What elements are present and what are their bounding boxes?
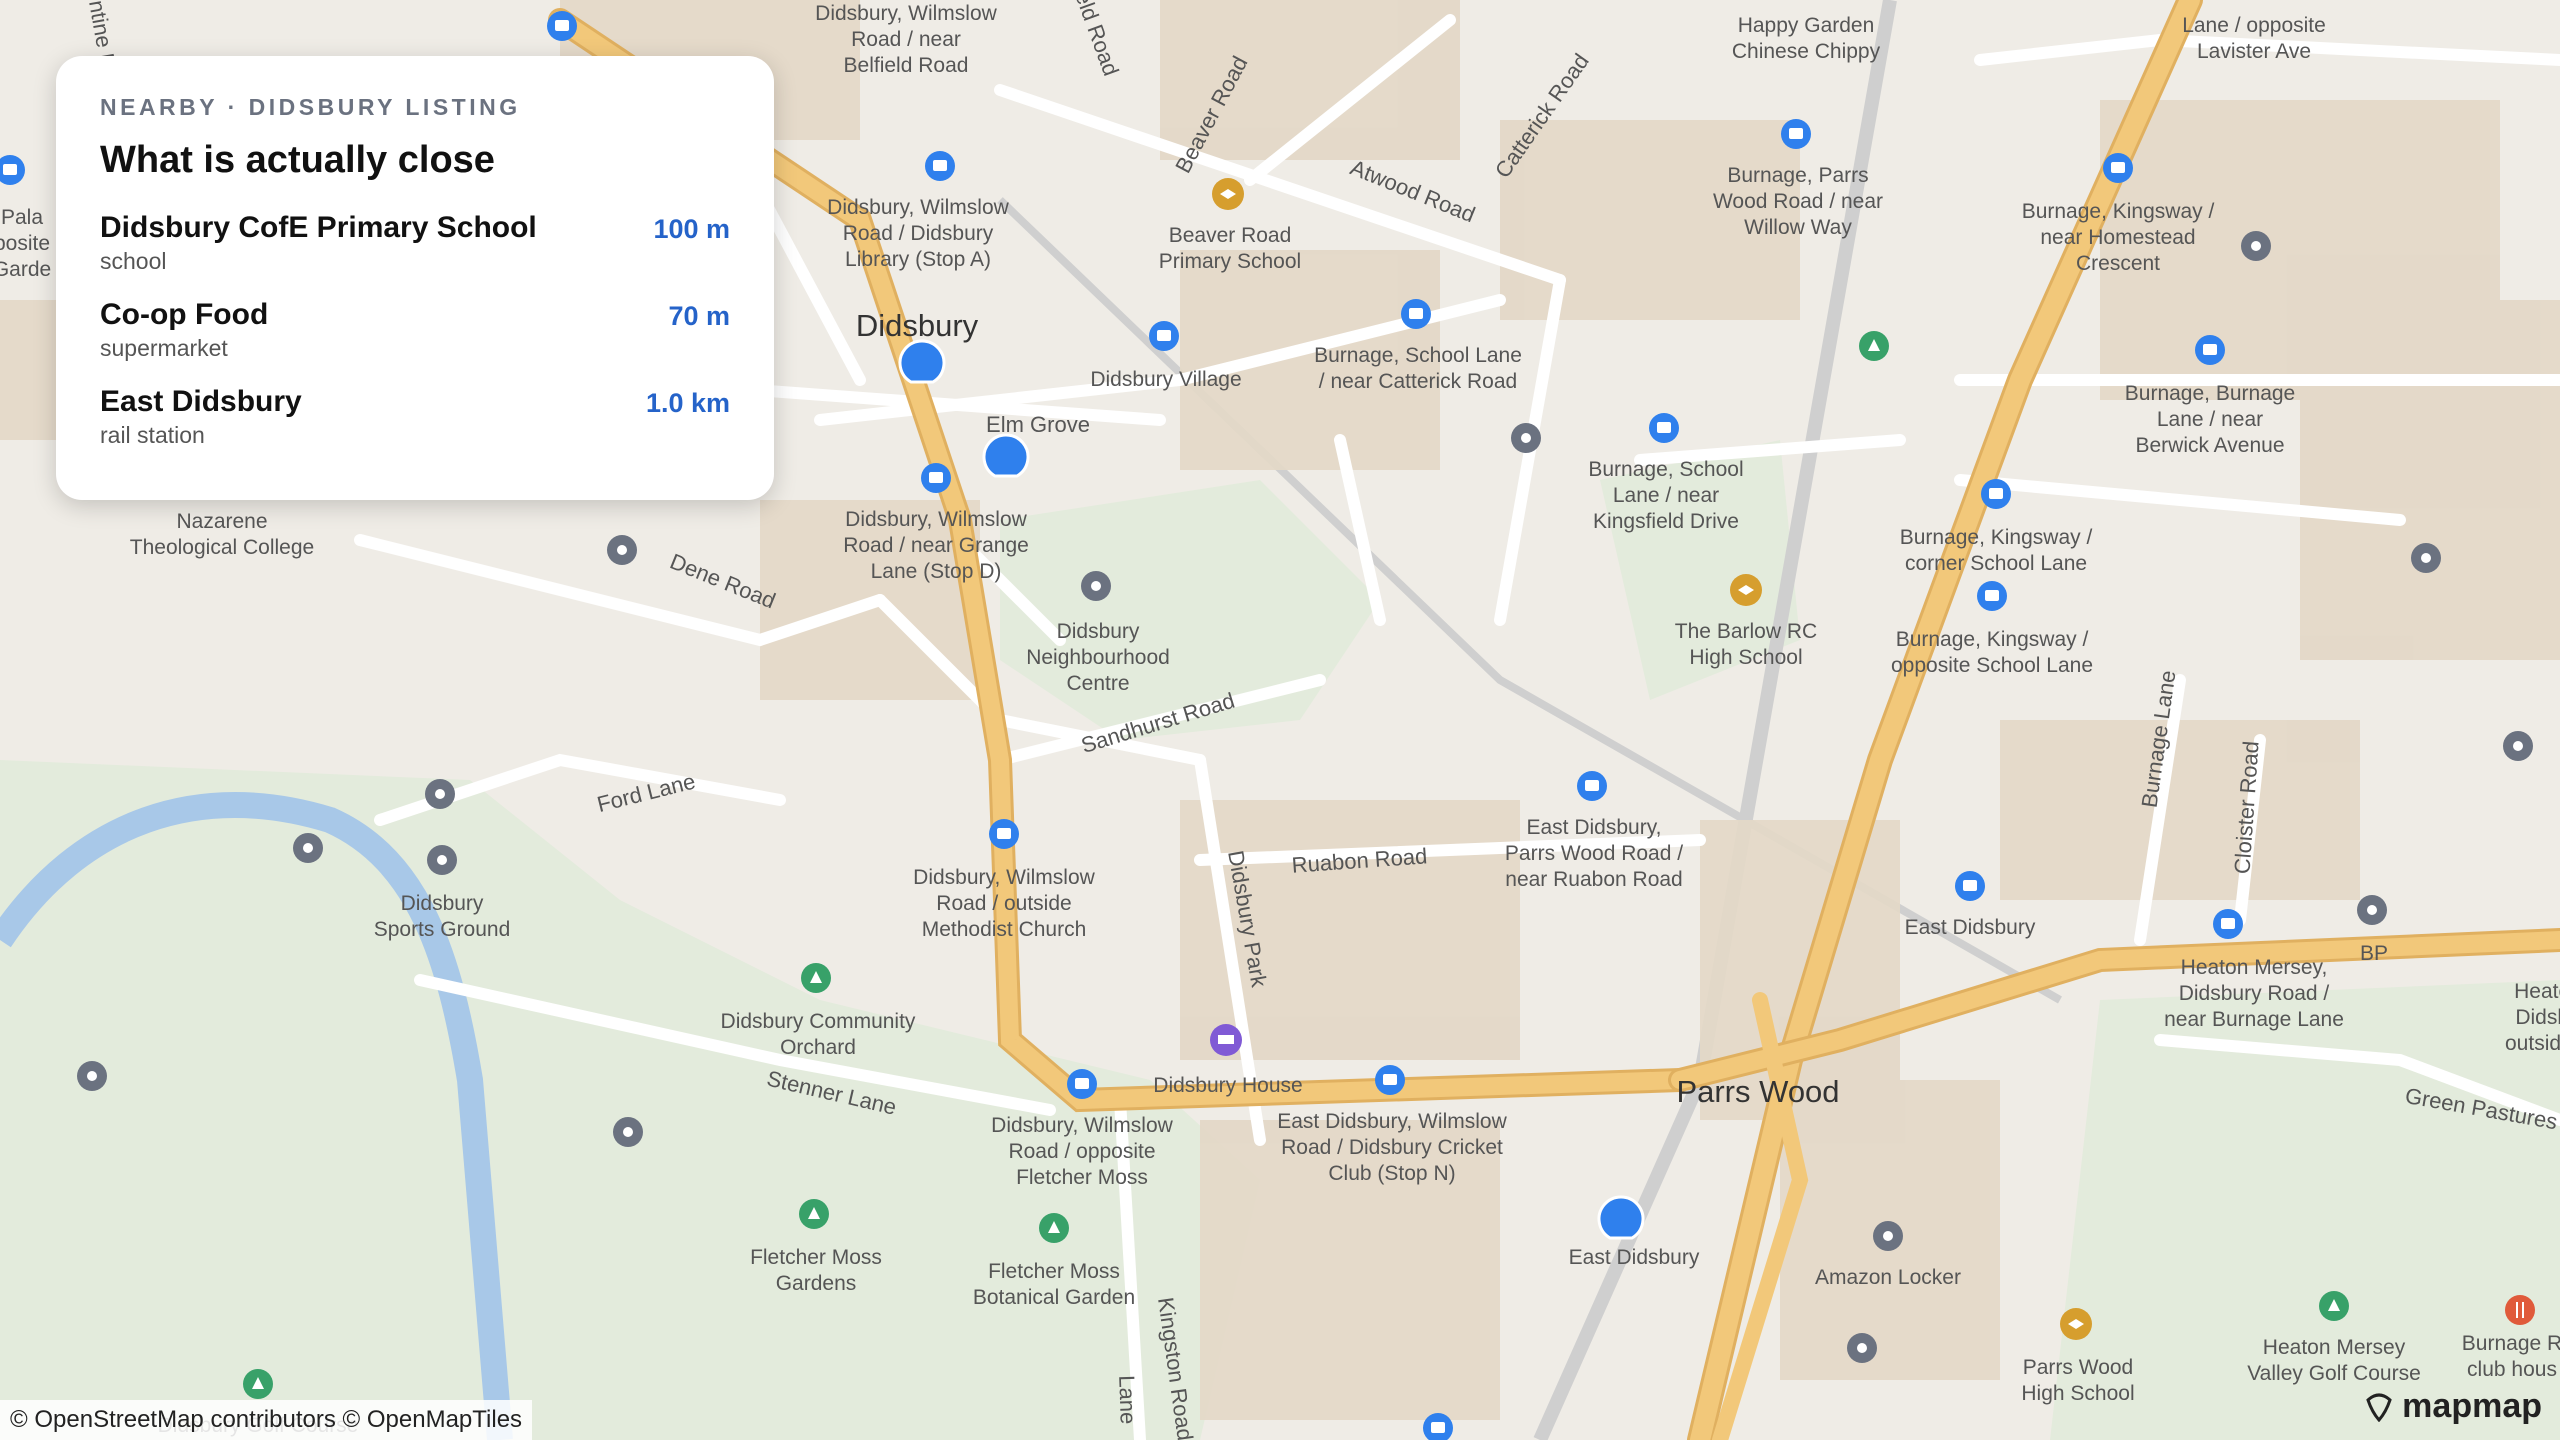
bus-stop-icon[interactable]: [1981, 479, 2011, 509]
map-attribution[interactable]: © OpenStreetMap contributors © OpenMapTi…: [0, 1400, 533, 1440]
listing-pin-station[interactable]: [1597, 1195, 1645, 1240]
bus-stop-icon[interactable]: [547, 11, 577, 41]
map-pin-icon[interactable]: [77, 1061, 107, 1091]
bus-stop-icon[interactable]: [1375, 1065, 1405, 1095]
map-pin-icon[interactable]: [2411, 543, 2441, 573]
hotel-icon[interactable]: [1210, 1024, 1242, 1056]
nearby-item[interactable]: East Didsbury rail station 1.0 km: [100, 384, 730, 449]
panel-eyebrow: NEARBY · DIDSBURY LISTING: [100, 94, 521, 120]
panel-title: What is actually close: [100, 139, 495, 181]
map-pin-icon[interactable]: [425, 779, 455, 809]
restaurant-icon[interactable]: [2505, 1295, 2535, 1325]
park-icon[interactable]: [1859, 331, 1889, 361]
nearby-panel: NEARBY · DIDSBURY LISTING What is actual…: [56, 56, 774, 500]
nearby-item-category: rail station: [100, 422, 205, 448]
bus-stop-icon[interactable]: [1401, 299, 1431, 329]
map-pin-icon[interactable]: [293, 833, 323, 863]
bus-stop-icon[interactable]: [1577, 771, 1607, 801]
park-icon[interactable]: [801, 963, 831, 993]
poi-label-amazon-locker: Amazon Locker: [1815, 1266, 1961, 1289]
bus-stop-icon[interactable]: [2213, 909, 2243, 939]
map-pin-icon[interactable]: [427, 845, 457, 875]
road-label-elm-grove: Elm Grove: [986, 412, 1090, 437]
nearby-item-category: supermarket: [100, 335, 228, 361]
nearby-item[interactable]: Co-op Food supermarket 70 m: [100, 297, 730, 362]
nearby-item-name: Co-op Food: [100, 298, 269, 331]
map-pin-icon[interactable]: [1081, 571, 1111, 601]
school-icon[interactable]: [1730, 574, 1762, 606]
poi-label-heaton-mersey: Heaton Mersey, Didsbury Road / near Burnag…: [2164, 956, 2344, 1031]
listing-pin-coop[interactable]: [982, 433, 1030, 478]
poi-label-east-didsbury-stop: East Didsbury: [1905, 916, 2036, 939]
bus-stop-icon[interactable]: [921, 463, 951, 493]
map-pin-icon[interactable]: [613, 1117, 643, 1147]
brand-logo[interactable]: mapmap: [2364, 1387, 2542, 1426]
poi-label-wilmslow-methodist: Didsbury, Wilmslow Road / outside Methodis…: [913, 866, 1095, 941]
school-icon[interactable]: [1212, 178, 1244, 210]
mapmap-logo-icon: [2366, 1393, 2392, 1422]
bus-stop-icon[interactable]: [1781, 119, 1811, 149]
poi-label-east-didsbury-station: East Didsbury: [1569, 1246, 1700, 1269]
park-icon[interactable]: [1039, 1213, 1069, 1243]
poi-label-wilmslow-library: Didsbury, Wilmslow Road / Didsbury Library…: [827, 196, 1009, 271]
map-pin-icon[interactable]: [1873, 1221, 1903, 1251]
listing-pin-school[interactable]: [898, 339, 946, 384]
nearby-item-category: school: [100, 248, 167, 274]
bus-stop-icon[interactable]: [1067, 1069, 1097, 1099]
nearby-item[interactable]: Didsbury CofE Primary School school 100 …: [100, 210, 730, 275]
place-label-parrs-wood: Parrs Wood: [1676, 1074, 1839, 1109]
bus-stop-icon[interactable]: [989, 819, 1019, 849]
school-icon[interactable]: [2060, 1308, 2092, 1340]
nearby-item-name: Didsbury CofE Primary School: [100, 211, 537, 244]
map-pin-icon[interactable]: [1847, 1333, 1877, 1363]
poi-label-didsbury-village: Didsbury Village: [1090, 368, 1241, 391]
poi-label-wilmslow-grange: Didsbury, Wilmslow Road / near Grange Lane…: [843, 508, 1029, 583]
nearby-item-distance: 1.0 km: [645, 388, 730, 418]
map-pin-icon[interactable]: [2241, 231, 2271, 261]
road-label-fielden-lane: Lane: [1114, 1375, 1141, 1425]
bus-stop-icon[interactable]: [1649, 413, 1679, 443]
map-pin-icon[interactable]: [2503, 731, 2533, 761]
map-pin-icon[interactable]: [1511, 423, 1541, 453]
nearby-item-distance: 70 m: [668, 301, 730, 331]
map-pin-icon[interactable]: [2357, 895, 2387, 925]
poi-label-wilmslow-fletcher: Didsbury, Wilmslow Road / opposite Fletche…: [991, 1114, 1173, 1189]
bus-stop-icon[interactable]: [1977, 581, 2007, 611]
nearby-item-name: East Didsbury: [100, 385, 302, 418]
park-icon[interactable]: [2319, 1291, 2349, 1321]
bus-stop-icon[interactable]: [2103, 153, 2133, 183]
brand-name: mapmap: [2402, 1387, 2542, 1425]
poi-label-east-didsbury-ruabon: East Didsbury, Parrs Wood Road / near Ruab…: [1505, 816, 1683, 891]
bus-stop-icon[interactable]: [925, 151, 955, 181]
bus-stop-icon[interactable]: [1955, 871, 1985, 901]
poi-label-bp: BP: [2360, 942, 2388, 965]
park-icon[interactable]: [799, 1199, 829, 1229]
park-icon[interactable]: [243, 1369, 273, 1399]
map-pin-icon[interactable]: [607, 535, 637, 565]
poi-label-didsbury-house: Didsbury House: [1153, 1074, 1302, 1097]
bus-stop-icon[interactable]: [1149, 321, 1179, 351]
bus-stop-icon[interactable]: [2195, 335, 2225, 365]
place-label-didsbury: Didsbury: [856, 308, 979, 343]
nearby-item-distance: 100 m: [653, 214, 730, 244]
